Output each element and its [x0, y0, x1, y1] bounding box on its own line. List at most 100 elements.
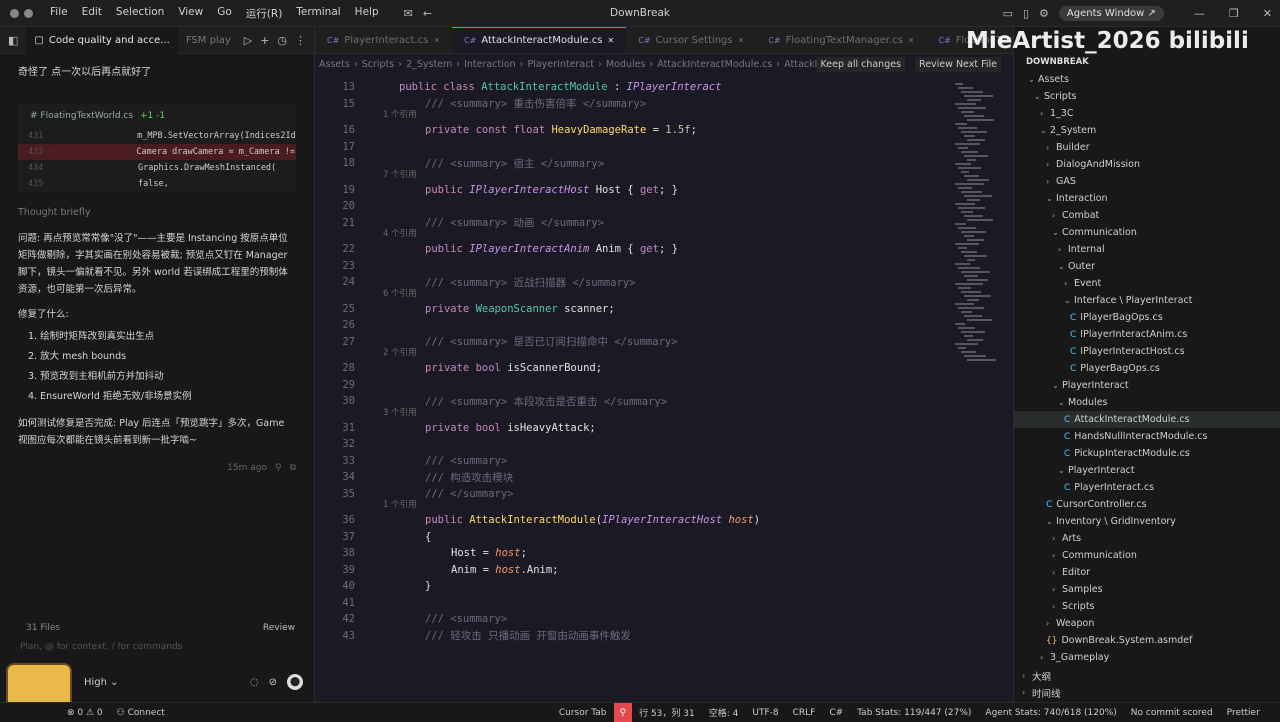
menu-item[interactable]: Go: [210, 6, 239, 21]
menu-item[interactable]: Selection: [109, 6, 171, 21]
code-line[interactable]: 43 /// 轻攻击 只播动画 开窗由动画事件触发: [315, 628, 955, 644]
indent-status[interactable]: 空格: 4: [702, 706, 746, 719]
plus-icon[interactable]: +: [260, 34, 269, 47]
tree-item[interactable]: C CursorController.cs: [1014, 496, 1280, 513]
close-window-button[interactable]: [10, 8, 19, 18]
cursor-position[interactable]: 行 53，列 31: [632, 706, 702, 719]
breadcrumb-item[interactable]: PlayerInteract: [527, 59, 594, 70]
code-line[interactable]: 37 {: [315, 529, 955, 545]
tree-item[interactable]: ⌄ 2_System: [1014, 122, 1280, 139]
explorer-root[interactable]: DOWNBREAK: [1026, 57, 1089, 67]
keep-all-button[interactable]: Keep all changes: [816, 57, 906, 72]
menu-item[interactable]: Edit: [75, 6, 109, 21]
close-icon[interactable]: ✕: [433, 36, 440, 45]
copy-icon[interactable]: ⧉: [290, 459, 296, 477]
tree-item[interactable]: › Editor: [1014, 564, 1280, 581]
tree-item[interactable]: › 1_3C: [1014, 105, 1280, 122]
minimize-icon[interactable]: —: [1194, 7, 1205, 20]
cursor-tab-status[interactable]: Cursor Tab: [552, 708, 614, 718]
code-line[interactable]: 33 /// <summary>: [315, 453, 955, 469]
tree-item[interactable]: C PlayerBagOps.cs: [1014, 360, 1280, 377]
chat-tab-active[interactable]: ▢ Code quality and acce...: [26, 26, 178, 54]
attach-icon[interactable]: ⊘: [269, 677, 277, 688]
tree-item[interactable]: ⌄ PlayerInteract: [1014, 462, 1280, 479]
agents-window-button[interactable]: Agents Window ↗: [1058, 6, 1164, 21]
tree-item[interactable]: › Combat: [1014, 207, 1280, 224]
menu-item[interactable]: Help: [348, 6, 386, 21]
tree-item[interactable]: › Scripts: [1014, 598, 1280, 615]
tree-item[interactable]: › DialogAndMission: [1014, 156, 1280, 173]
code-line[interactable]: 28 private bool isScannerBound;: [315, 360, 955, 376]
breadcrumb-item[interactable]: 2_System: [406, 59, 452, 70]
codelens-hint[interactable]: 6 个引用: [315, 287, 955, 299]
code-line[interactable]: 23: [315, 258, 955, 274]
tree-item[interactable]: ⌄ Interaction: [1014, 190, 1280, 207]
tree-item[interactable]: ⌄ Inventory \ GridInventory: [1014, 513, 1280, 530]
review-button[interactable]: Review: [263, 623, 295, 633]
editor-tab[interactable]: C# PlayerInteract.cs ✕: [315, 27, 452, 53]
tree-item[interactable]: ⌄ Interface \ PlayerInteract: [1014, 292, 1280, 309]
more-icon[interactable]: ⋮: [295, 34, 306, 47]
close-icon[interactable]: ✕: [738, 36, 745, 45]
errors-warnings[interactable]: ⊗ 0 ⚠ 0: [60, 708, 110, 718]
run-icon[interactable]: ▷: [244, 34, 252, 47]
tree-item[interactable]: {} DownBreak.System.asmdef: [1014, 632, 1280, 649]
timeline-section[interactable]: › 时间线: [1014, 684, 1280, 701]
codelens-hint[interactable]: 1 个引用: [315, 498, 955, 510]
commit-status[interactable]: No commit scored: [1124, 708, 1220, 718]
code-line[interactable]: 32: [315, 436, 955, 452]
tree-item[interactable]: › Communication: [1014, 547, 1280, 564]
review-next-button[interactable]: Review Next File: [915, 57, 1001, 72]
minimize-window-button[interactable]: [24, 8, 33, 18]
tree-item[interactable]: C AttackInteractModule.cs: [1014, 411, 1280, 428]
code-line[interactable]: 25 private WeaponScanner scanner;: [315, 301, 955, 317]
codelens-hint[interactable]: 3 个引用: [315, 406, 955, 418]
chat-tab-inactive[interactable]: FSM play: [178, 27, 239, 54]
layout-icon[interactable]: ▭: [1003, 7, 1013, 20]
tree-item[interactable]: ⌄ PlayerInteract: [1014, 377, 1280, 394]
tree-item[interactable]: C IPlayerInteractHost.cs: [1014, 343, 1280, 360]
menu-item[interactable]: 运行(R): [239, 6, 290, 21]
tree-item[interactable]: › Builder: [1014, 139, 1280, 156]
editor-tab[interactable]: C# Cursor Settings ✕: [626, 27, 756, 53]
tree-item[interactable]: › Internal: [1014, 241, 1280, 258]
tree-item[interactable]: ⌄ Scripts: [1014, 88, 1280, 105]
tree-item[interactable]: › GAS: [1014, 173, 1280, 190]
codelens-hint[interactable]: 7 个引用: [315, 168, 955, 180]
tree-item[interactable]: › Arts: [1014, 530, 1280, 547]
menu-item[interactable]: Terminal: [289, 6, 347, 21]
code-area[interactable]: 13 public class AttackInteractModule : IP…: [315, 79, 955, 719]
tree-item[interactable]: C IPlayerBagOps.cs: [1014, 309, 1280, 326]
encoding-status[interactable]: UTF-8: [745, 708, 785, 718]
menu-item[interactable]: View: [171, 6, 210, 21]
send-icon[interactable]: ⬤: [287, 674, 303, 690]
code-line[interactable]: 31 private bool isHeavyAttack;: [315, 420, 955, 436]
code-line[interactable]: 41: [315, 595, 955, 611]
tree-item[interactable]: C PlayerInteract.cs: [1014, 479, 1280, 496]
tree-item[interactable]: › Event: [1014, 275, 1280, 292]
connect-button[interactable]: ⚇ Connect: [110, 708, 172, 718]
code-line[interactable]: 20: [315, 198, 955, 214]
back-arrow-icon[interactable]: ←: [423, 7, 432, 20]
thumbs-icon[interactable]: ⚲: [275, 459, 282, 477]
chat-input[interactable]: Plan, @ for context, / for commands: [0, 642, 315, 652]
codelens-hint[interactable]: 2 个引用: [315, 346, 955, 358]
files-count[interactable]: 31 Files: [26, 623, 60, 633]
tree-item[interactable]: C HandsNullInteractModule.cs: [1014, 428, 1280, 445]
codelens-hint[interactable]: 1 个引用: [315, 108, 955, 120]
code-line[interactable]: 38 Host = host;: [315, 545, 955, 561]
close-icon[interactable]: ✕: [1263, 7, 1272, 20]
menu-item[interactable]: File: [43, 6, 75, 21]
search-icon[interactable]: ⚲: [613, 702, 633, 722]
eol-status[interactable]: CRLF: [786, 708, 823, 718]
breadcrumb-item[interactable]: Scripts: [362, 59, 395, 70]
chat-icon[interactable]: ✉: [404, 7, 413, 20]
model-select[interactable]: High ⌄: [84, 677, 119, 688]
tree-item[interactable]: ⌄ Outer: [1014, 258, 1280, 275]
tree-item[interactable]: › Weapon: [1014, 615, 1280, 632]
code-line[interactable]: 34 /// 构造攻击模块: [315, 469, 955, 485]
diff-preview[interactable]: # FloatingTextWorld.cs +1 -1 431 m_MPB.Se…: [18, 104, 296, 192]
code-line[interactable]: 42 /// <summary>: [315, 611, 955, 627]
code-line[interactable]: 17: [315, 139, 955, 155]
code-line[interactable]: 19 public IPlayerInteractHost Host { get;…: [315, 182, 955, 198]
